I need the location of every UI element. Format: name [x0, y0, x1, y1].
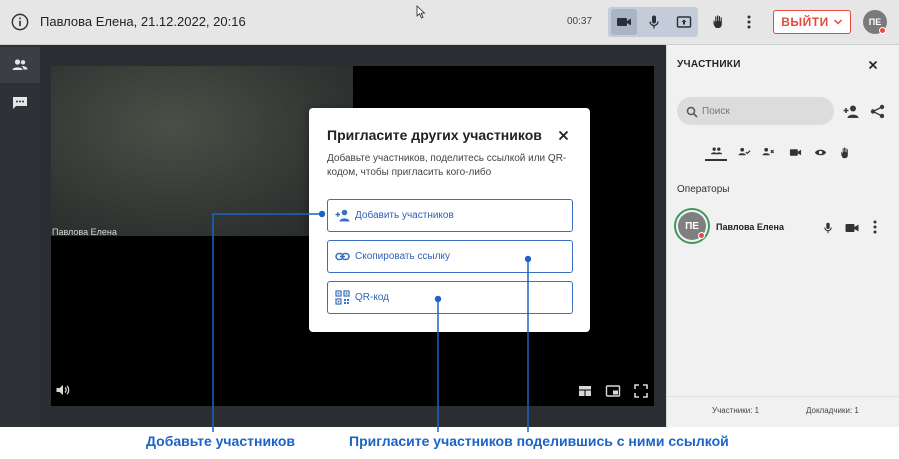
camera-icon	[845, 224, 859, 232]
participant-more-button[interactable]	[870, 219, 880, 235]
info-icon[interactable]	[11, 13, 29, 31]
add-user-icon	[335, 209, 350, 222]
camera-toggle-button[interactable]	[611, 9, 637, 35]
participant-mic-button[interactable]	[822, 221, 834, 234]
qr-code-icon	[335, 290, 350, 305]
rail-participants-button[interactable]	[0, 47, 40, 83]
participant-avatar-initials: ПЕ	[685, 220, 699, 232]
raised-hand-icon	[840, 146, 848, 158]
filter-all[interactable]	[705, 143, 727, 161]
more-vertical-icon	[747, 15, 751, 29]
modal-close-button[interactable]	[557, 129, 570, 142]
exit-button[interactable]: ВЫЙТИ	[773, 10, 851, 34]
raise-hand-button[interactable]	[706, 9, 732, 35]
microphone-icon	[824, 222, 832, 234]
user-status-dot	[879, 27, 886, 34]
filter-approved[interactable]	[733, 143, 755, 161]
panel-footer	[666, 396, 899, 427]
panel-title: УЧАСТНИКИ	[677, 59, 741, 70]
chevron-down-icon	[833, 19, 842, 25]
participant-name: Павлова Елена	[716, 222, 784, 232]
rail-chat-button[interactable]	[0, 85, 40, 121]
filter-declined[interactable]	[757, 143, 779, 161]
chat-icon	[13, 97, 27, 109]
call-timer: 00:37	[567, 16, 593, 27]
add-user-button[interactable]	[843, 104, 860, 119]
exit-button-label: ВЫЙТИ	[781, 15, 829, 29]
copy-link-label: Скопировать ссылку	[355, 251, 451, 262]
qr-code-label: QR-код	[355, 292, 389, 303]
add-participants-button[interactable]: Добавить участников	[327, 199, 573, 232]
filter-viewers[interactable]	[809, 143, 831, 161]
layout-button[interactable]	[577, 383, 593, 399]
annotation-share-caption: Пригласите участников поделившись с ними…	[349, 433, 729, 449]
invite-modal-title: Пригласите других участников	[327, 127, 542, 143]
add-participants-label: Добавить участников	[355, 210, 454, 221]
copy-link-button[interactable]: Скопировать ссылку	[327, 240, 573, 273]
filter-raised-hands[interactable]	[834, 143, 856, 161]
add-user-icon	[843, 105, 859, 118]
more-vertical-icon	[873, 220, 877, 234]
viewer-icon	[814, 149, 826, 155]
link-icon	[335, 252, 350, 261]
mouse-cursor-icon	[416, 5, 426, 19]
more-options-button[interactable]	[736, 9, 762, 35]
participant-filters	[705, 143, 855, 161]
video-tile-name: Павлова Елена	[52, 227, 117, 237]
screen-share-button[interactable]	[671, 9, 697, 35]
qr-code-button[interactable]: QR-код	[327, 281, 573, 314]
microphone-toggle-button[interactable]	[641, 9, 667, 35]
annotation-add-caption: Добавьте участников	[146, 433, 296, 449]
user-avatar-initials: ПЕ	[868, 17, 882, 27]
close-icon	[558, 130, 569, 141]
declined-icon	[761, 147, 774, 155]
participant-video-tile[interactable]	[51, 66, 353, 236]
conference-app: Павлова Елена, 21.12.2022, 20:16 00:37 В…	[0, 0, 899, 427]
speaker-icon	[56, 385, 70, 395]
fullscreen-icon	[634, 384, 648, 398]
picture-in-picture-icon	[605, 385, 621, 397]
panel-close-button[interactable]	[866, 58, 880, 72]
participant-camera-button[interactable]	[845, 221, 859, 233]
close-icon	[868, 60, 878, 70]
participants-icon	[12, 59, 28, 70]
invite-modal-description: Добавьте участников, поделитесь ссылкой …	[327, 153, 567, 178]
all-participants-icon	[710, 147, 722, 154]
participant-search-input[interactable]	[702, 104, 822, 118]
camera-icon	[617, 18, 631, 26]
fullscreen-button[interactable]	[633, 383, 649, 399]
camera-icon	[789, 148, 801, 156]
approved-icon	[737, 147, 750, 155]
raise-hand-icon	[713, 15, 722, 28]
speakers-count: Докладчики: 1	[806, 406, 859, 415]
microphone-icon	[649, 15, 659, 29]
meeting-title: Павлова Елена, 21.12.2022, 20:16	[40, 14, 246, 29]
picture-in-picture-button[interactable]	[605, 383, 621, 399]
left-rail	[0, 45, 40, 427]
filter-camera[interactable]	[784, 143, 806, 161]
layout-icon	[579, 386, 591, 396]
participants-count: Участники: 1	[712, 406, 760, 415]
share-icon	[870, 104, 885, 119]
speaker-button[interactable]	[55, 382, 71, 398]
operators-section-label: Операторы	[677, 184, 730, 195]
participant-status-dot	[698, 232, 705, 239]
share-button[interactable]	[870, 104, 885, 119]
search-icon	[686, 105, 698, 118]
screen-share-icon	[676, 16, 692, 28]
